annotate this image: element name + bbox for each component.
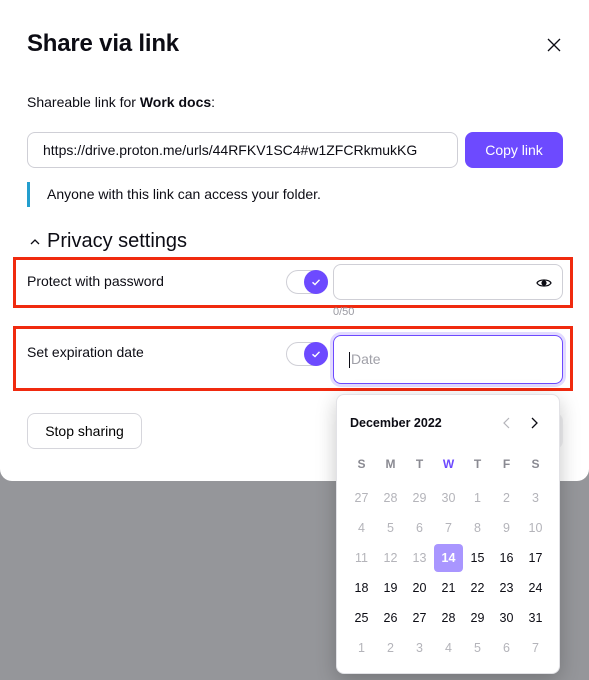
calendar-day[interactable]: 1	[474, 483, 481, 513]
weekday-header: S	[357, 457, 366, 471]
calendar-day[interactable]: 7	[532, 633, 539, 663]
calendar-day[interactable]: 20	[413, 573, 427, 603]
calendar-day[interactable]: 23	[500, 573, 514, 603]
calendar-day[interactable]: 6	[416, 513, 423, 543]
calendar-grid: S M T W T F S 27 28 29 30 1 2 3 4 5 6 7 8 9 10 11 12 13 14 15 16 17…	[347, 453, 551, 663]
calendar-day[interactable]: 2	[387, 633, 394, 663]
calendar-day[interactable]: 4	[445, 633, 452, 663]
calendar-day[interactable]: 27	[413, 603, 427, 633]
calendar-day[interactable]: 3	[416, 633, 423, 663]
password-input[interactable]	[333, 264, 563, 300]
calendar-day[interactable]: 24	[529, 573, 543, 603]
calendar-day[interactable]: 10	[529, 513, 543, 543]
password-label: Protect with password	[27, 273, 164, 289]
folder-name: Work docs	[139, 94, 212, 110]
shareable-prefix: Shareable link for	[27, 94, 140, 110]
calendar-day[interactable]: 11	[355, 543, 368, 573]
checkmark-icon	[304, 270, 328, 294]
calendar-day[interactable]: 28	[384, 483, 398, 513]
calendar-day[interactable]: 4	[358, 513, 365, 543]
calendar-day[interactable]: 7	[445, 513, 452, 543]
dialog-title: Share via link	[27, 30, 179, 57]
date-picker: December 2022 S M T W T F S 27 28 29 30 1 2 3 4 5 6 7 8 9 10…	[336, 394, 560, 674]
password-toggle[interactable]	[286, 270, 328, 294]
weekday-header: M	[385, 457, 396, 471]
calendar-day[interactable]: 9	[503, 513, 510, 543]
calendar-day[interactable]: 13	[413, 543, 427, 573]
calendar-day[interactable]: 18	[355, 573, 369, 603]
copy-link-button[interactable]: Copy link	[465, 132, 563, 168]
chevron-left-icon[interactable]	[500, 415, 514, 431]
shareable-suffix: :	[211, 94, 216, 110]
calendar-day[interactable]: 8	[474, 513, 481, 543]
calendar-day[interactable]: 3	[532, 483, 539, 513]
eye-icon[interactable]	[536, 275, 552, 291]
calendar-day[interactable]: 29	[413, 483, 427, 513]
calendar-day[interactable]: 27	[355, 483, 369, 513]
calendar-day[interactable]: 5	[474, 633, 481, 663]
expiration-label: Set expiration date	[27, 344, 144, 360]
expiration-toggle[interactable]	[286, 342, 328, 366]
calendar-day[interactable]: 1	[358, 633, 365, 663]
close-icon[interactable]	[545, 36, 563, 54]
calendar-day[interactable]: 12	[384, 543, 398, 573]
weekday-header: S	[531, 457, 540, 471]
weekday-header: T	[415, 457, 424, 471]
calendar-month-label: December 2022	[350, 416, 442, 430]
calendar-day[interactable]: 5	[387, 513, 394, 543]
access-notice: Anyone with this link can access your fo…	[27, 182, 321, 207]
calendar-day[interactable]: 6	[503, 633, 510, 663]
shareable-link-label: Shareable link for Work docs:	[27, 94, 215, 110]
calendar-day[interactable]: 2	[503, 483, 510, 513]
calendar-day[interactable]: 16	[500, 543, 514, 573]
chevron-up-icon	[30, 238, 40, 244]
stop-sharing-button[interactable]: Stop sharing	[27, 413, 142, 449]
calendar-day[interactable]: 30	[442, 483, 456, 513]
calendar-day[interactable]: 30	[500, 603, 514, 633]
calendar-day[interactable]: 22	[471, 573, 485, 603]
weekday-header: T	[473, 457, 482, 471]
privacy-settings-toggle[interactable]: Privacy settings	[29, 230, 187, 253]
calendar-day[interactable]: 21	[442, 573, 456, 603]
weekday-header: W	[442, 457, 455, 471]
expiration-date-input[interactable]: Date	[333, 335, 563, 384]
calendar-day[interactable]: 25	[355, 603, 369, 633]
calendar-day[interactable]: 17	[529, 543, 543, 573]
date-placeholder: Date	[351, 351, 381, 367]
text-caret	[349, 352, 350, 369]
calendar-day[interactable]: 29	[471, 603, 485, 633]
calendar-day[interactable]: 19	[384, 573, 398, 603]
chevron-right-icon[interactable]	[527, 415, 541, 431]
calendar-day[interactable]: 31	[529, 603, 543, 633]
calendar-day[interactable]: 26	[384, 603, 398, 633]
share-url-input[interactable]: https://drive.proton.me/urls/44RFKV1SC4#…	[27, 132, 458, 168]
checkmark-icon	[304, 342, 328, 366]
privacy-settings-label: Privacy settings	[47, 230, 188, 252]
calendar-day[interactable]: 15	[471, 543, 485, 573]
calendar-day-selected[interactable]: 14	[434, 544, 463, 572]
weekday-header: F	[502, 457, 511, 471]
calendar-day[interactable]: 28	[442, 603, 456, 633]
password-char-counter: 0/50	[333, 306, 355, 318]
